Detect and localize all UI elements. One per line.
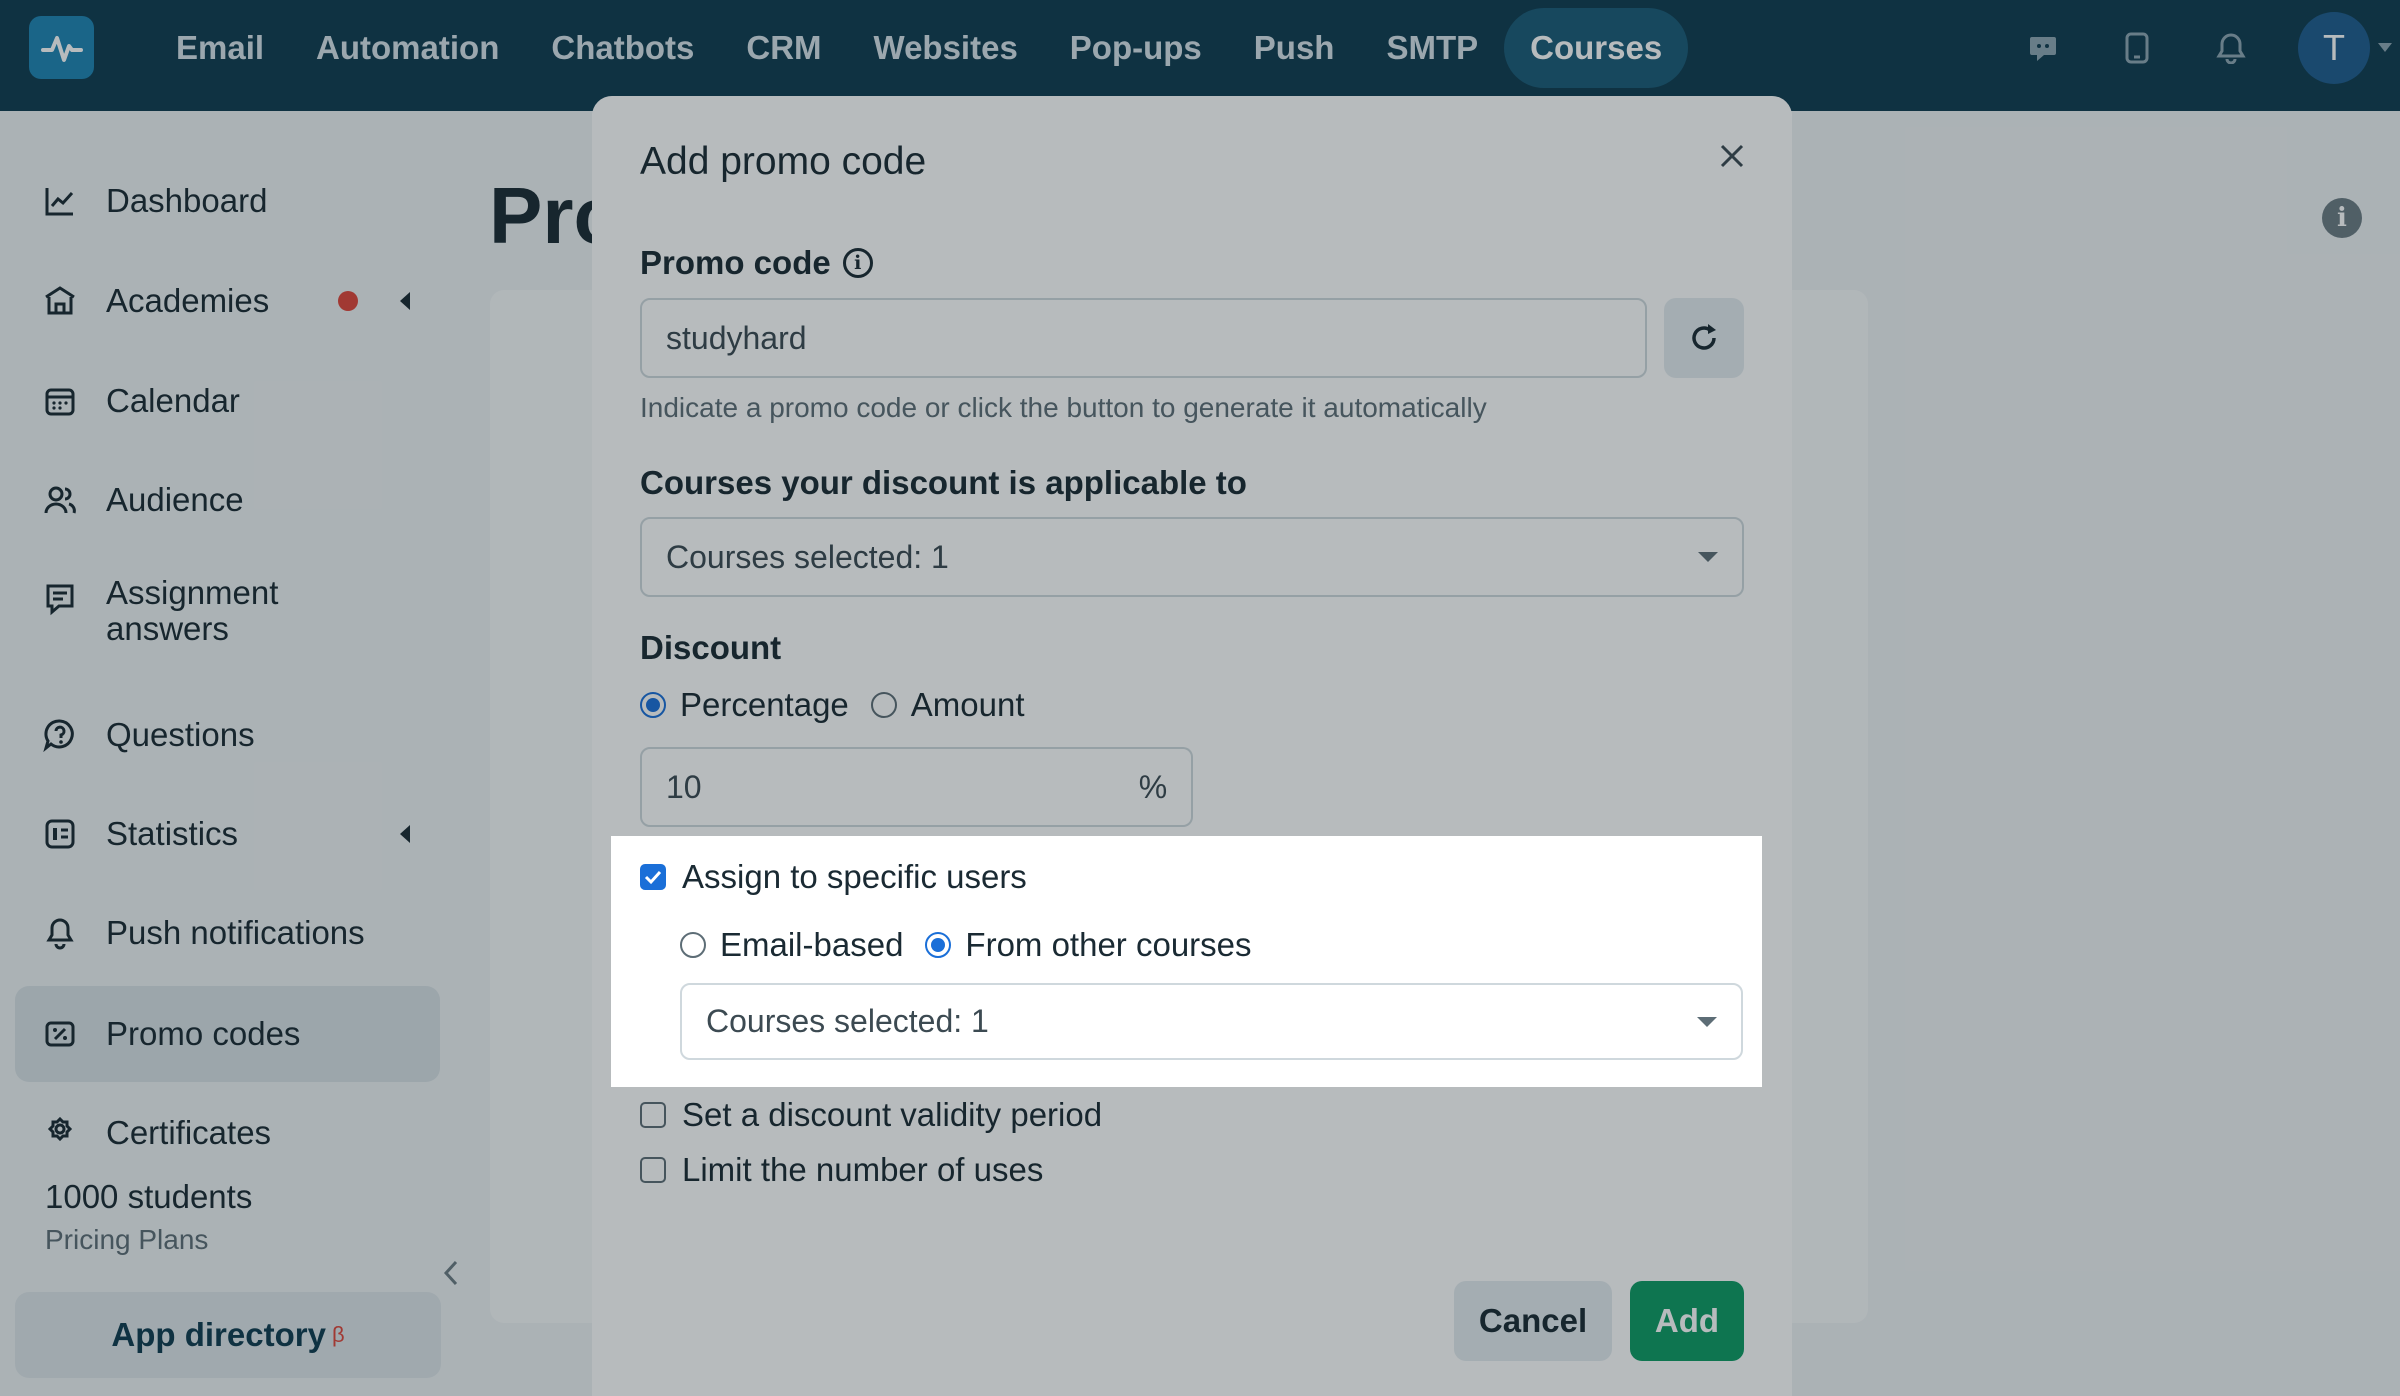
promo-code-label-text: Promo code <box>640 244 831 281</box>
limit-label[interactable]: Limit the number of uses <box>682 1151 1043 1189</box>
discount-type-group: Percentage Amount <box>640 686 1025 724</box>
courses-select-value: Courses selected: 1 <box>666 538 949 575</box>
percent-suffix: % <box>1115 747 1193 827</box>
close-icon[interactable] <box>1712 136 1752 176</box>
courses-select[interactable]: Courses selected: 1 <box>640 517 1744 597</box>
discount-value-input[interactable]: 10 <box>640 747 1117 827</box>
validity-label[interactable]: Set a discount validity period <box>682 1096 1102 1134</box>
refresh-icon <box>1692 324 1716 350</box>
validity-checkbox-row[interactable]: Set a discount validity period <box>640 1096 1102 1134</box>
amount-radio[interactable] <box>870 692 897 718</box>
email-based-label[interactable]: Email-based <box>720 926 903 964</box>
modal-dim-overlay <box>592 96 1792 1396</box>
percentage-label[interactable]: Percentage <box>680 686 849 724</box>
percentage-radio[interactable] <box>640 692 666 718</box>
email-based-radio[interactable] <box>680 932 706 958</box>
assign-source-group: Email-based From other courses <box>680 926 1252 964</box>
courses-label: Courses your discount is applicable to <box>640 464 1247 501</box>
limit-checkbox-row[interactable]: Limit the number of uses <box>640 1151 1043 1189</box>
from-other-courses-label[interactable]: From other courses <box>965 926 1251 964</box>
promo-code-hint: Indicate a promo code or click the butto… <box>640 392 1487 423</box>
add-button[interactable]: Add <box>1630 1281 1744 1361</box>
assign-label[interactable]: Assign to specific users <box>682 858 1027 896</box>
from-other-courses-radio[interactable] <box>925 932 952 958</box>
limit-checkbox[interactable] <box>640 1157 666 1183</box>
add-promo-code-modal: Add promo code Promo code i studyhard In… <box>592 96 1792 1396</box>
discount-label: Discount <box>640 629 782 666</box>
amount-label[interactable]: Amount <box>911 686 1025 724</box>
promo-code-input[interactable]: studyhard <box>640 298 1647 378</box>
assign-courses-select-value: Courses selected: 1 <box>706 1003 989 1039</box>
assign-courses-select[interactable]: Courses selected: 1 <box>680 983 1743 1060</box>
chevron-down-icon <box>1697 1016 1717 1027</box>
assign-checkbox[interactable] <box>640 864 666 890</box>
promo-code-label: Promo code i <box>640 244 873 282</box>
checkmark-icon <box>644 870 662 885</box>
validity-checkbox[interactable] <box>640 1102 666 1128</box>
info-icon[interactable]: i <box>842 248 873 278</box>
regenerate-button[interactable] <box>1664 298 1744 378</box>
modal-title: Add promo code <box>640 140 927 183</box>
assign-users-panel: Assign to specific users Email-based Fro… <box>611 836 1762 1087</box>
assign-checkbox-row[interactable]: Assign to specific users <box>640 858 1027 896</box>
cancel-button[interactable]: Cancel <box>1454 1281 1612 1361</box>
chevron-down-icon <box>1698 552 1718 562</box>
